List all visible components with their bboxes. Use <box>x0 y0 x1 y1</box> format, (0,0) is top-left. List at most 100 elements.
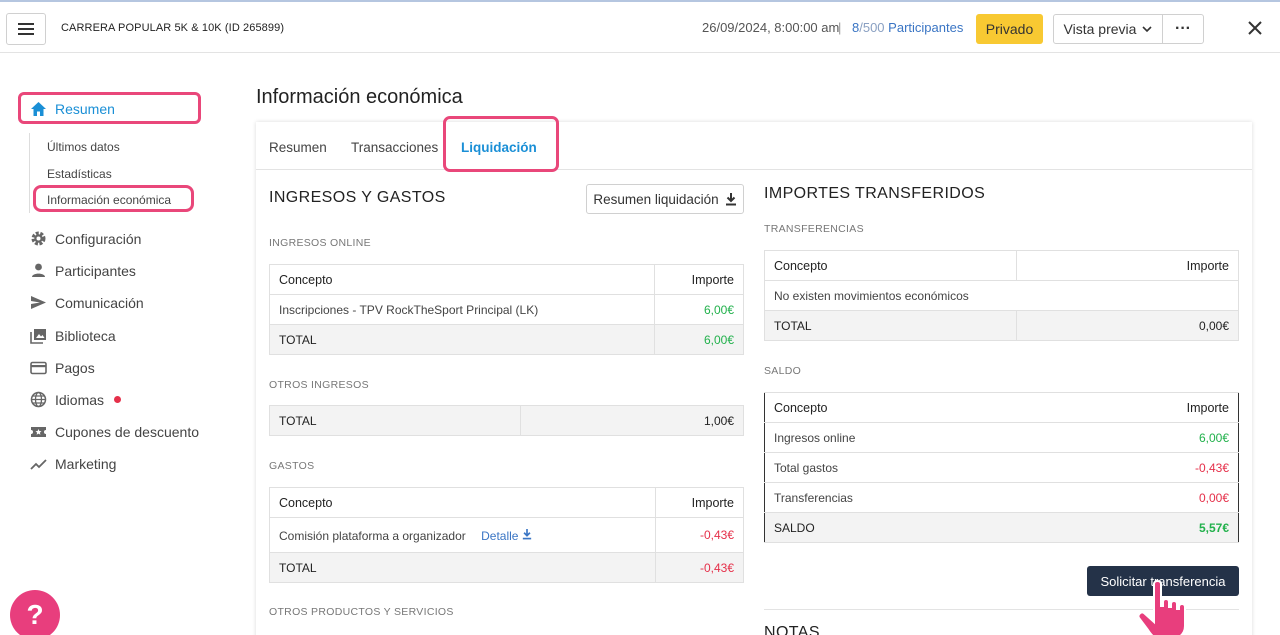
send-icon <box>30 294 47 311</box>
participants-link[interactable]: 8/500 Participantes <box>852 20 963 35</box>
sidebar-item-comunicacion[interactable]: Comunicación <box>30 294 144 311</box>
table-header-row: Concepto Importe <box>764 392 1239 423</box>
table-total-row: TOTAL 1,00€ <box>269 405 744 436</box>
globe-icon <box>30 391 47 408</box>
sidebar-item-marketing[interactable]: Marketing <box>30 455 116 472</box>
sidebar-sub-highlight <box>33 185 194 212</box>
resumen-liquidacion-button[interactable]: Resumen liquidación <box>586 184 744 214</box>
detalle-label: Detalle <box>481 528 519 543</box>
row-importe: -0,43€ <box>655 517 744 553</box>
column-header-concepto: Concepto <box>764 392 1059 423</box>
detalle-link[interactable]: Detalle <box>481 528 532 543</box>
tab-resumen[interactable]: Resumen <box>269 140 327 155</box>
tab-transacciones[interactable]: Transacciones <box>351 140 438 155</box>
total-value: 0,00€ <box>1016 310 1239 341</box>
saldo-table: Concepto Importe Ingresos online 6,00€ T… <box>764 392 1239 543</box>
row-concepto: Inscripciones - TPV RockTheSport Princip… <box>269 294 655 325</box>
table-row: Transferencias 0,00€ <box>764 482 1239 513</box>
otros-productos-label: OTROS PRODUCTOS Y SERVICIOS <box>269 606 454 618</box>
total-label: TOTAL <box>269 552 656 583</box>
person-icon <box>30 262 47 279</box>
sidebar-item-configuracion[interactable]: Configuración <box>30 230 141 247</box>
row-concepto: Total gastos <box>764 452 1059 483</box>
topbar-separator: | <box>838 20 842 35</box>
sidebar-item-pagos[interactable]: Pagos <box>30 359 95 376</box>
column-header-importe: Importe <box>654 264 744 295</box>
table-total-row: TOTAL -0,43€ <box>269 552 744 583</box>
table-row: Comisión plataforma a organizador Detall… <box>269 517 744 553</box>
table-row: No existen movimientos económicos <box>764 280 1239 311</box>
chevron-down-icon <box>1142 25 1153 32</box>
total-value: -0,43€ <box>655 552 744 583</box>
sidebar-item-label: Resumen <box>55 100 115 117</box>
row-concepto: Ingresos online <box>764 422 1059 453</box>
total-label: TOTAL <box>764 310 1017 341</box>
sidebar-item-label: Participantes <box>55 262 136 279</box>
table-header-row: Concepto Importe <box>764 250 1239 281</box>
gastos-label: GASTOS <box>269 460 315 472</box>
sidebar-item-label: Idiomas <box>55 391 105 408</box>
top-bar: CARRERA POPULAR 5K & 10K (ID 265899) 26/… <box>0 0 1280 53</box>
privado-button[interactable]: Privado <box>976 14 1043 44</box>
photo-library-icon <box>30 327 47 344</box>
trending-up-icon <box>30 455 47 472</box>
row-importe: 6,00€ <box>1058 422 1239 453</box>
sidebar-item-participantes[interactable]: Participantes <box>30 262 136 279</box>
sidebar-sub-ultimos-datos[interactable]: Últimos datos <box>47 140 120 154</box>
ingresos-online-label: INGRESOS ONLINE <box>269 237 371 249</box>
tab-highlight <box>443 116 559 172</box>
table-total-row: TOTAL 0,00€ <box>764 310 1239 341</box>
help-button[interactable]: ? <box>10 590 60 635</box>
row-concepto: Comisión plataforma a organizador Detall… <box>269 517 656 553</box>
download-icon <box>522 528 531 539</box>
column-header-concepto: Concepto <box>269 264 655 295</box>
importes-transferidos-heading: IMPORTES TRANSFERIDOS <box>764 185 986 202</box>
participants-max: /500 <box>859 20 885 35</box>
vista-previa-label: Vista previa <box>1063 21 1137 37</box>
column-header-importe: Importe <box>1058 392 1239 423</box>
total-label: TOTAL <box>269 405 521 436</box>
sidebar-sub-estadisticas[interactable]: Estadísticas <box>47 167 112 181</box>
notas-heading: NOTAS <box>764 624 820 635</box>
transferencias-table: Concepto Importe No existen movimientos … <box>764 250 1239 341</box>
transferencias-label: TRANSFERENCIAS <box>764 223 864 235</box>
ingresos-online-table: Concepto Importe Inscripciones - TPV Roc… <box>269 264 744 355</box>
otros-ingresos-label: OTROS INGRESOS <box>269 379 369 391</box>
table-header-row: Concepto Importe <box>269 487 744 518</box>
table-row: Ingresos online 6,00€ <box>764 422 1239 453</box>
sidebar-item-label: Cupones de descuento <box>55 423 199 440</box>
gear-icon <box>30 230 47 247</box>
download-icon <box>725 193 736 206</box>
row-importe: 0,00€ <box>1058 482 1239 513</box>
participants-label: Participantes <box>888 20 964 35</box>
sidebar-item-label: Comunicación <box>55 294 144 311</box>
vista-previa-button[interactable]: Vista previa <box>1053 14 1163 44</box>
sidebar-item-idiomas[interactable]: Idiomas <box>30 391 122 408</box>
hamburger-icon <box>18 23 34 35</box>
column-header-concepto: Concepto <box>269 487 656 518</box>
close-icon[interactable] <box>1244 17 1266 39</box>
total-value: 5,57€ <box>1058 512 1239 543</box>
sidebar-item-label: Biblioteca <box>55 327 116 344</box>
saldo-label: SALDO <box>764 365 802 377</box>
otros-ingresos-table: TOTAL 1,00€ <box>269 405 744 436</box>
table-header-row: Concepto Importe <box>269 264 744 295</box>
more-options-button[interactable]: ··· <box>1162 14 1204 44</box>
sidebar-item-resumen[interactable]: Resumen <box>30 100 115 117</box>
sidebar-item-label: Configuración <box>55 230 142 247</box>
resumen-liquidacion-label: Resumen liquidación <box>593 191 719 207</box>
table-row: Inscripciones - TPV RockTheSport Princip… <box>269 294 744 325</box>
table-total-row: TOTAL 6,00€ <box>269 324 744 355</box>
total-label: SALDO <box>764 512 1059 543</box>
sidebar-item-biblioteca[interactable]: Biblioteca <box>30 327 116 344</box>
event-date: 26/09/2024, 8:00:00 am <box>702 20 840 35</box>
gastos-table: Concepto Importe Comisión plataforma a o… <box>269 487 744 583</box>
event-title: CARRERA POPULAR 5K & 10K (ID 265899) <box>61 22 285 34</box>
submenu-rail <box>29 133 30 213</box>
table-total-row: SALDO 5,57€ <box>764 512 1239 543</box>
column-header-importe: Importe <box>655 487 744 518</box>
column-header-concepto: Concepto <box>764 250 1017 281</box>
row-importe: -0,43€ <box>1058 452 1239 483</box>
hamburger-menu-button[interactable] <box>6 13 46 45</box>
sidebar-item-cupones[interactable]: Cupones de descuento <box>30 423 199 440</box>
